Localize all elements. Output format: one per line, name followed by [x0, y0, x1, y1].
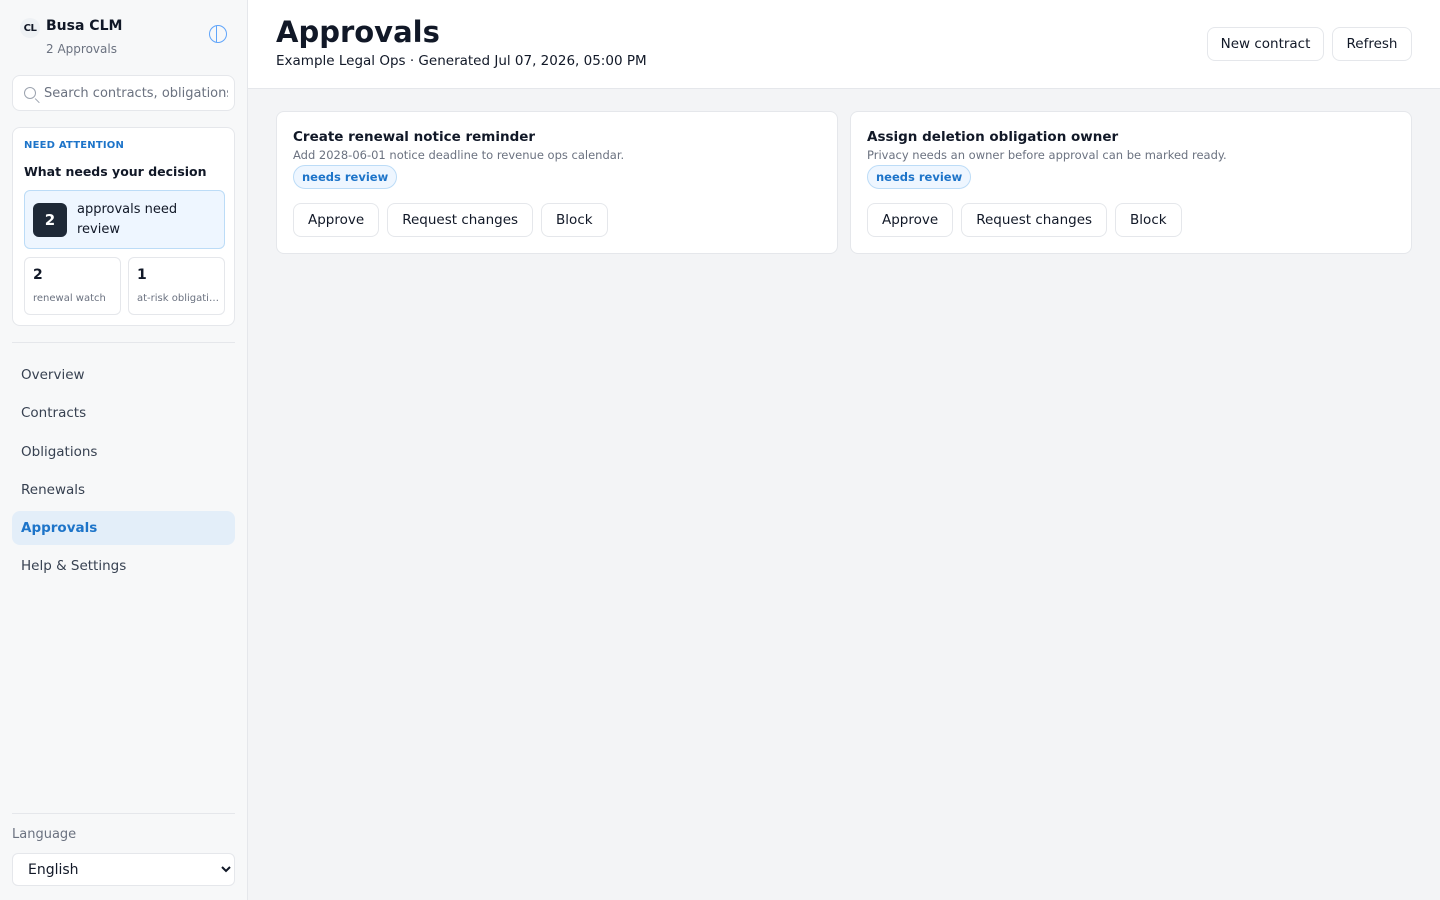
sidebar-nav: Overview Contracts Obligations Renewals …	[12, 358, 235, 588]
approval-description: Add 2028-06-01 notice deadline to revenu…	[293, 148, 625, 162]
page-subtitle: Example Legal Ops · Generated Jul 07, 20…	[276, 53, 647, 69]
approval-title: Create renewal notice reminder	[293, 129, 536, 145]
search-box	[12, 75, 235, 111]
status-badge: needs review	[293, 165, 398, 189]
sidebar-divider	[12, 342, 235, 343]
sidebar-item-obligations[interactable]: Obligations	[12, 435, 235, 469]
refresh-button[interactable]: Refresh	[1332, 27, 1412, 61]
search-input[interactable]	[44, 76, 228, 110]
approval-card: Assign deletion obligation owner Privacy…	[850, 111, 1412, 254]
sidebar-item-overview[interactable]: Overview	[12, 358, 235, 392]
language-select[interactable]: English	[12, 853, 235, 886]
renewal-watch-label: renewal watch	[33, 293, 106, 304]
status-badge: needs review	[867, 165, 972, 189]
at-risk-obligations-label: at-risk obligations	[137, 293, 221, 304]
sidebar-item-help-settings[interactable]: Help & Settings	[12, 549, 235, 583]
at-risk-obligations-count: 1	[137, 267, 147, 283]
request-changes-button[interactable]: Request changes	[961, 203, 1108, 237]
brand: CL Busa CLM 2 Approvals	[20, 18, 232, 58]
approval-card: Create renewal notice reminder Add 2028-…	[276, 111, 838, 254]
approvals-need-review-card[interactable]: 2 approvals need review	[24, 190, 225, 249]
sidebar-item-contracts[interactable]: Contracts	[12, 396, 235, 430]
new-contract-button[interactable]: New contract	[1207, 27, 1324, 61]
approval-description: Privacy needs an owner before approval c…	[867, 148, 1227, 162]
approval-actions: Approve Request changes Block	[293, 203, 608, 237]
approval-title: Assign deletion obligation owner	[867, 129, 1119, 145]
brand-logo: CL	[20, 18, 40, 38]
approvals-need-review-label: approvals need review	[77, 202, 178, 237]
approve-button[interactable]: Approve	[293, 203, 380, 237]
sidebar-divider	[12, 813, 235, 814]
attention-panel: NEED ATTENTION What needs your decision …	[12, 127, 235, 326]
attention-title: What needs your decision	[24, 164, 207, 179]
brand-subtitle: 2 Approvals	[46, 42, 117, 56]
sidebar-toggle-icon[interactable]	[209, 25, 227, 43]
approval-actions: Approve Request changes Block	[867, 203, 1182, 237]
block-button[interactable]: Block	[541, 203, 608, 237]
attention-eyebrow: NEED ATTENTION	[24, 140, 125, 151]
approve-button[interactable]: Approve	[867, 203, 954, 237]
search-icon	[24, 87, 36, 99]
sidebar-item-renewals[interactable]: Renewals	[12, 473, 235, 507]
sidebar-item-approvals[interactable]: Approvals	[12, 511, 235, 546]
block-button[interactable]: Block	[1115, 203, 1182, 237]
page-header: Approvals Example Legal Ops · Generated …	[248, 0, 1440, 89]
brand-name: Busa CLM	[46, 18, 123, 34]
approvals-count: 2	[33, 203, 67, 237]
sidebar: CL Busa CLM 2 Approvals NEED ATTENTION W…	[0, 0, 248, 900]
request-changes-button[interactable]: Request changes	[387, 203, 534, 237]
page-title: Approvals	[276, 15, 440, 49]
renewal-watch-count: 2	[33, 267, 43, 283]
renewal-watch-card[interactable]: 2 renewal watch	[24, 257, 121, 315]
language-label: Language	[12, 827, 77, 842]
at-risk-obligations-card[interactable]: 1 at-risk obligations	[128, 257, 225, 315]
